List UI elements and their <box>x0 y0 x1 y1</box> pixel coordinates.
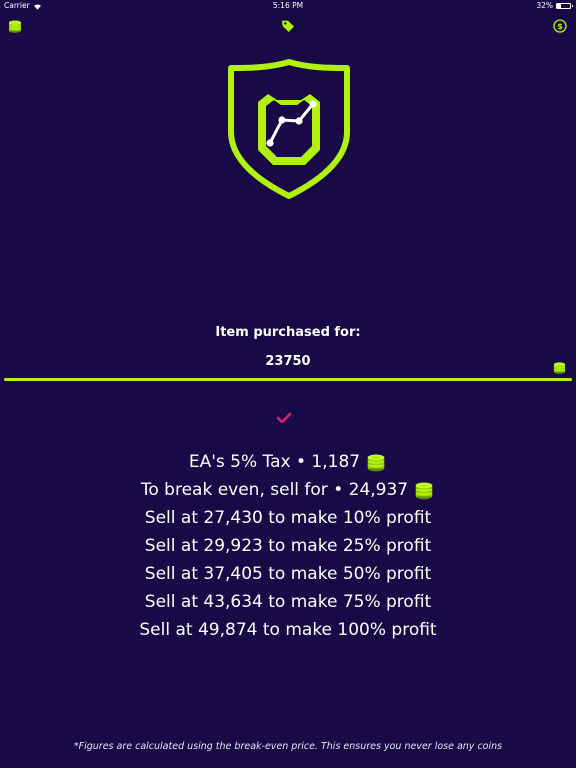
profit-line: Sell at 37,405 to make 50% profit <box>0 560 576 588</box>
dollar-circle-icon[interactable]: $ <box>552 18 568 34</box>
profit-text: Sell at 29,923 to make 25% profit <box>144 536 432 556</box>
break-even-text: To break even, sell for • 24,937 <box>140 480 409 500</box>
profit-line: Sell at 27,430 to make 10% profit <box>0 504 576 532</box>
profit-line: Sell at 29,923 to make 25% profit <box>0 532 576 560</box>
profit-text: Sell at 43,634 to make 75% profit <box>144 592 432 612</box>
coin-stack-icon <box>367 454 385 472</box>
coin-stack-icon <box>415 482 433 500</box>
profit-line: Sell at 43,634 to make 75% profit <box>0 588 576 616</box>
coin-stack-icon <box>553 362 566 374</box>
profit-text: Sell at 49,874 to make 100% profit <box>139 620 437 640</box>
battery-percent: 32% <box>536 1 553 10</box>
check-icon[interactable] <box>276 411 292 425</box>
coin-stack-icon[interactable] <box>7 18 23 34</box>
profit-line: Sell at 49,874 to make 100% profit <box>0 616 576 644</box>
status-time: 5:16 PM <box>272 1 304 10</box>
input-underline <box>4 378 572 381</box>
profit-text: Sell at 37,405 to make 50% profit <box>144 564 432 584</box>
tax-line: EA's 5% Tax • 1,187 <box>0 448 576 476</box>
svg-text:$: $ <box>557 22 563 31</box>
purchase-label: Item purchased for: <box>215 325 361 340</box>
profit-text: Sell at 27,430 to make 10% profit <box>144 508 432 528</box>
results-list: EA's 5% Tax • 1,187 To break even, sell … <box>0 448 576 644</box>
status-right: 32% <box>536 0 573 12</box>
break-even-line: To break even, sell for • 24,937 <box>0 476 576 504</box>
battery-icon <box>556 3 573 9</box>
shield-chart-icon <box>228 59 350 199</box>
purchase-input[interactable]: 23750 <box>0 354 576 369</box>
status-bar: Carrier 5:16 PM 32% <box>0 0 576 12</box>
price-tag-icon[interactable] <box>280 18 296 34</box>
battery-level <box>557 4 562 8</box>
tax-text: EA's 5% Tax • 1,187 <box>188 452 361 472</box>
footnote: *Figures are calculated using the break-… <box>73 741 503 752</box>
